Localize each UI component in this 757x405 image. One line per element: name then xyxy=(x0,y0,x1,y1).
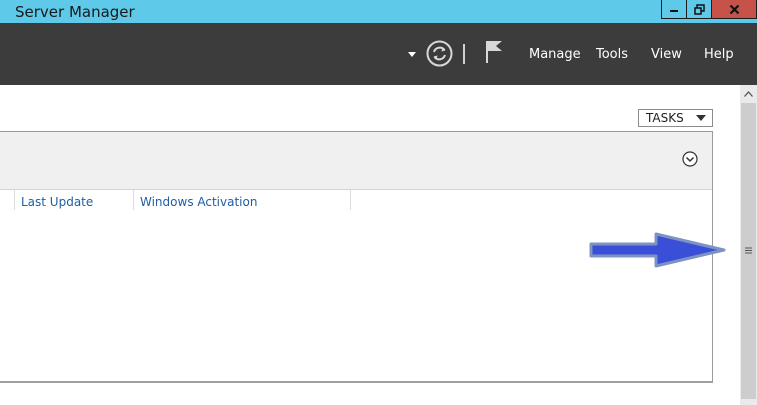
menu-help[interactable]: Help xyxy=(704,47,734,62)
tasks-button[interactable]: TASKS xyxy=(638,109,713,127)
close-icon xyxy=(729,4,739,14)
column-divider xyxy=(14,190,15,210)
column-divider xyxy=(133,190,134,210)
grip-icon xyxy=(745,247,752,254)
refresh-icon[interactable] xyxy=(426,40,453,67)
column-divider xyxy=(350,190,351,210)
menu-manage[interactable]: Manage xyxy=(529,47,581,62)
vertical-scrollbar[interactable] xyxy=(740,85,757,405)
minimize-button[interactable] xyxy=(661,0,687,19)
toolbar-separator xyxy=(463,44,465,64)
window-controls xyxy=(661,0,757,20)
restore-button[interactable] xyxy=(686,0,712,19)
menu-view[interactable]: View xyxy=(651,47,682,62)
panel-header xyxy=(0,132,712,190)
dropdown-arrow-icon xyxy=(696,115,706,121)
restore-icon xyxy=(693,3,705,15)
chevron-down-icon[interactable] xyxy=(682,151,698,167)
dropdown-arrow-icon[interactable] xyxy=(408,52,416,58)
close-button[interactable] xyxy=(711,0,757,19)
arrow-annotation xyxy=(589,232,726,268)
minimize-icon xyxy=(670,10,678,12)
column-header-windows-activation[interactable]: Windows Activation xyxy=(140,195,257,209)
title-bar: Server Manager xyxy=(0,0,757,23)
scroll-up-button[interactable] xyxy=(740,85,757,102)
window-title: Server Manager xyxy=(15,3,135,21)
scroll-up-icon xyxy=(744,90,753,97)
scrollbar-thumb[interactable] xyxy=(741,103,756,399)
column-header-last-update[interactable]: Last Update xyxy=(21,195,93,209)
tasks-label: TASKS xyxy=(646,111,684,125)
menu-tools[interactable]: Tools xyxy=(596,47,628,62)
server-manager-toolbar: Manage Tools View Help xyxy=(0,23,757,85)
notification-flag-icon[interactable] xyxy=(485,40,503,64)
